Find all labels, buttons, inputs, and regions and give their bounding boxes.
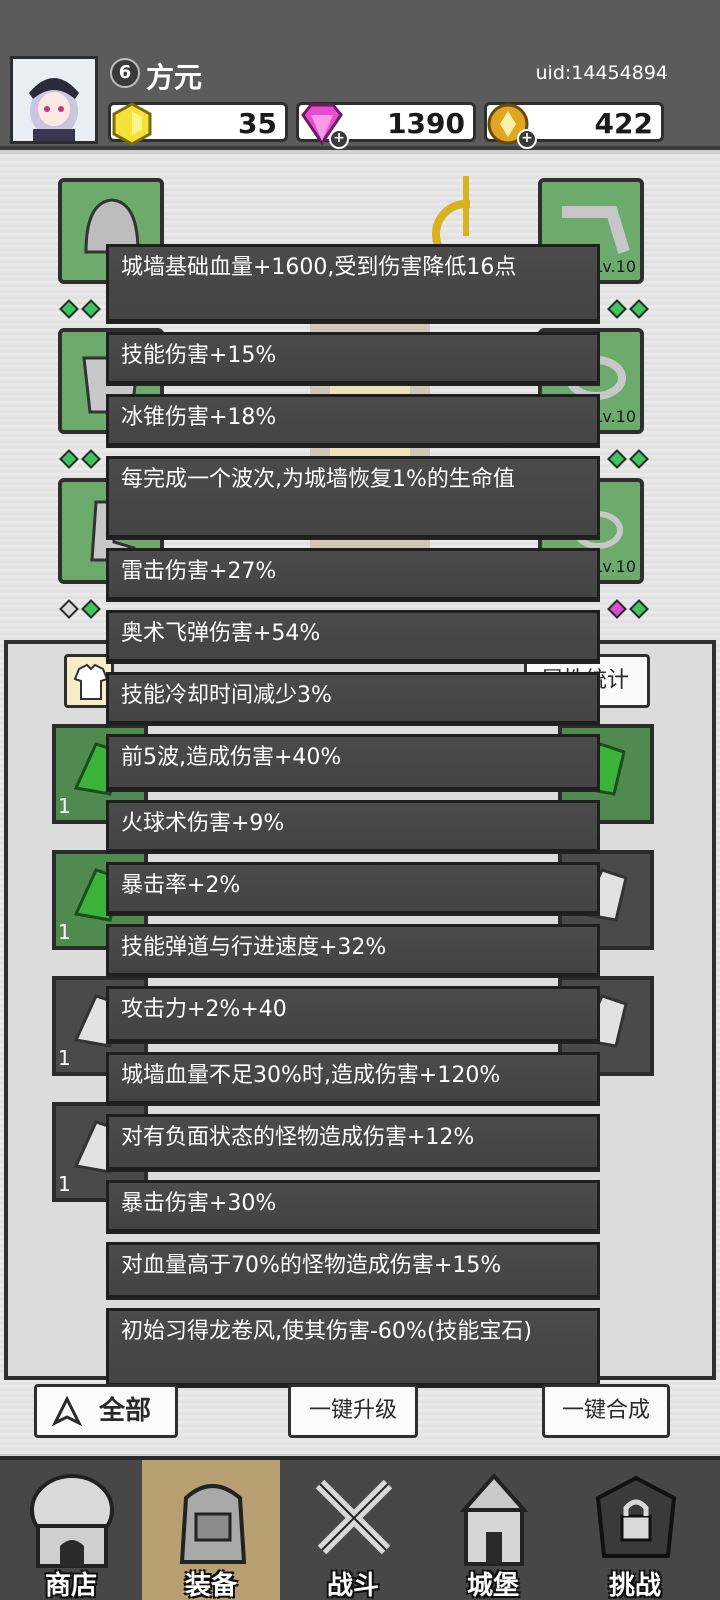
stat-row: 暴击伤害+30% [106, 1180, 600, 1232]
shop-icon [30, 1474, 114, 1568]
item-count: 1 [58, 1172, 71, 1196]
stat-row: 雷击伤害+27% [106, 548, 600, 600]
item-count: 1 [58, 920, 71, 944]
stat-row: 对血量高于70%的怪物造成伤害+15% [106, 1242, 600, 1298]
player-level-badge: 6 [110, 58, 140, 88]
stat-row: 城墙血量不足30%时,造成伤害+120% [106, 1052, 600, 1104]
bottom-navigation: 商店 装备 战斗 城堡 挑战 [0, 1456, 720, 1600]
gem-count: 1390 [387, 107, 465, 140]
currency-coin[interactable]: + 422 [484, 102, 664, 149]
nav-label: 商店 [44, 1571, 97, 1600]
stat-row: 城墙基础血量+1600,受到伤害降低16点 [106, 244, 600, 322]
stat-row: 每完成一个波次,为城墙恢复1%的生命值 [106, 456, 600, 538]
nav-shop[interactable]: 商店 [2, 1460, 140, 1600]
stat-row: 技能弹道与行进速度+32% [106, 924, 600, 976]
locked-challenge-icon [595, 1475, 677, 1558]
gold-crystal-icon [112, 102, 152, 146]
add-gem-icon[interactable]: + [329, 129, 349, 149]
currency-crystal[interactable]: 35 [108, 102, 288, 146]
player-name: 方元 [146, 61, 203, 94]
stat-row: 对有负面状态的怪物造成伤害+12% [106, 1114, 600, 1170]
stat-row: 暴击率+2% [106, 862, 600, 914]
nav-equipment[interactable]: 装备 [142, 1460, 280, 1600]
triangle-filter-icon [51, 1395, 83, 1427]
filter-label: 全部 [99, 1396, 152, 1426]
currency-gem[interactable]: + 1390 [296, 102, 476, 149]
shirt-icon [73, 663, 109, 700]
player-avatar[interactable] [10, 56, 98, 144]
nav-label: 城堡 [466, 1571, 519, 1600]
stat-row: 技能伤害+15% [106, 332, 600, 384]
filter-all-button[interactable]: 全部 [34, 1384, 178, 1438]
nav-label: 挑战 [608, 1571, 661, 1600]
item-count: 1 [58, 1046, 71, 1070]
player-uid: uid:14454894 [535, 62, 669, 84]
add-coin-icon[interactable]: + [517, 129, 537, 149]
stat-row: 火球术伤害+9% [106, 800, 600, 852]
castle-icon [459, 1472, 529, 1566]
nav-label: 战斗 [326, 1571, 379, 1600]
top-bar: 6 方元 uid:14454894 35 + 1390 + 422 [0, 0, 720, 150]
stat-row: 初始习得龙卷风,使其伤害-60%(技能宝石) [106, 1308, 600, 1386]
nav-battle[interactable]: 战斗 [284, 1460, 422, 1600]
item-count: 1 [58, 794, 71, 818]
coin-count: 422 [594, 107, 653, 140]
stat-row: 攻击力+2%+40 [106, 986, 600, 1042]
nav-castle[interactable]: 城堡 [424, 1460, 562, 1600]
stat-row: 前5波,造成伤害+40% [106, 734, 600, 790]
merge-all-button[interactable]: 一键合成 [542, 1384, 670, 1438]
stat-row: 奥术飞弹伤害+54% [106, 610, 600, 662]
upgrade-all-button[interactable]: 一键升级 [288, 1384, 418, 1438]
backpack-icon [179, 1484, 247, 1564]
stat-row: 冰锥伤害+18% [106, 394, 600, 446]
nav-challenge[interactable]: 挑战 [566, 1460, 704, 1600]
crossed-swords-icon [315, 1479, 393, 1555]
nav-label: 装备 [184, 1571, 237, 1600]
crystal-count: 35 [238, 107, 277, 140]
stat-row: 技能冷却时间减少3% [106, 672, 600, 724]
